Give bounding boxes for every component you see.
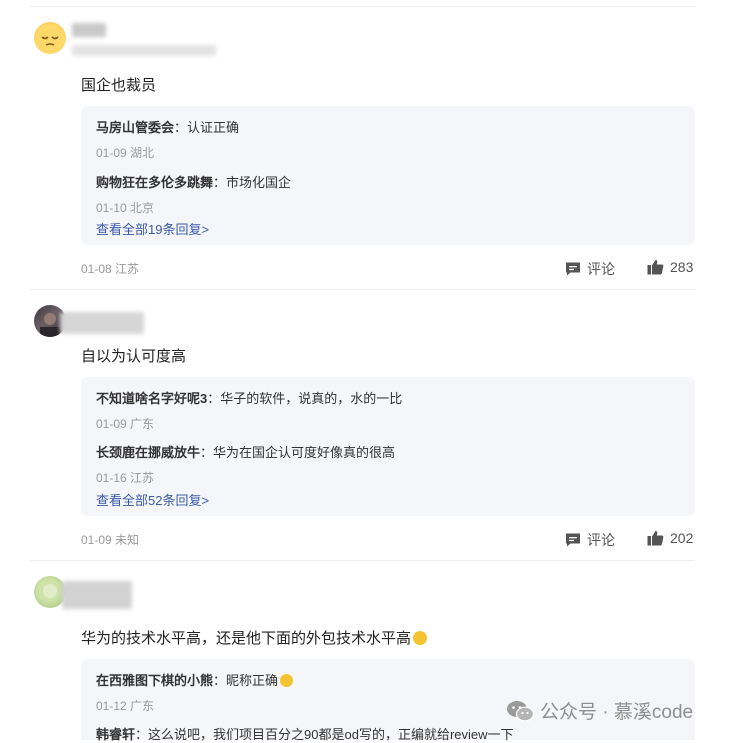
smiley-emoji-icon [280,674,294,687]
username-blurred[interactable] [72,23,106,37]
divider [30,289,695,290]
comment-icon [566,262,580,276]
reply-username[interactable]: 马房山管委会 [96,120,174,135]
smiley-emoji-icon [413,631,428,645]
view-all-replies-link[interactable]: 查看全部52条回复> [96,490,209,509]
reply-text: 不知道啥名字好呢3：华子的软件，说真的，水的一比 [96,391,403,406]
comment-text: 华为的技术水平高，还是他下面的外包技术水平高 [81,627,428,648]
sleepy-face-icon [41,36,59,46]
like-button[interactable]: 202 [647,530,693,546]
comment-label: 评论 [587,261,615,277]
wechat-icon [507,700,534,721]
reply-username[interactable]: 购物狂在多伦多跳舞 [96,175,213,190]
like-count: 283 [670,259,694,275]
reply-text: 韩睿轩：这么说吧，我们项目百分之90都是od写的，正编就给review一下 [96,727,514,742]
divider [30,6,695,7]
reply-text: 长颈鹿在挪威放牛：华为在国企认可度好像真的很高 [96,445,396,460]
like-button[interactable]: 283 [647,259,693,275]
reply-text: 在西雅图下棋的小熊：昵称正确 [96,670,294,689]
divider [30,560,695,561]
avatar[interactable] [34,22,66,54]
user-info-blurred [72,45,216,56]
reply-username[interactable]: 长颈鹿在挪威放牛 [96,445,200,460]
reply-box: 马房山管委会：认证正确 01-09 湖北 购物狂在多伦多跳舞：市场化国企 01-… [81,106,695,245]
username-blurred[interactable] [60,312,144,334]
reply-meta: 01-16 江苏 [96,471,155,485]
reply-meta: 01-09 湖北 [96,146,155,160]
comment-text: 国企也裁员 [81,77,157,94]
reply-username[interactable]: 不知道啥名字好呢3 [96,391,207,406]
comment-text: 自以为认可度高 [81,348,187,365]
comment-button[interactable]: 评论 [565,530,615,550]
comment-meta: 01-09 未知 [81,533,140,547]
reply-text: 马房山管委会：认证正确 [96,120,240,135]
view-all-replies-link[interactable]: 查看全部19条回复> [96,219,209,238]
like-count: 202 [670,530,694,546]
reply-meta: 01-09 广东 [96,417,155,431]
reply-box: 不知道啥名字好呢3：华子的软件，说真的，水的一比 01-09 广东 长颈鹿在挪威… [81,377,695,516]
watermark: 公众号 · 慕溪code [506,697,693,724]
comment-button[interactable]: 评论 [565,259,615,279]
thumbs-up-icon [647,531,664,546]
reply-meta: 01-12 广东 [96,699,155,713]
reply-meta: 01-10 北京 [96,201,155,215]
reply-text: 购物狂在多伦多跳舞：市场化国企 [96,175,292,190]
reply-username[interactable]: 在西雅图下棋的小熊 [96,673,213,688]
comment-icon [566,533,580,547]
comment-meta: 01-08 江苏 [81,262,140,276]
comment-label: 评论 [587,532,615,548]
watermark-text: 公众号 · 慕溪code [540,702,694,723]
username-blurred[interactable] [62,581,132,609]
thumbs-up-icon [647,260,664,275]
